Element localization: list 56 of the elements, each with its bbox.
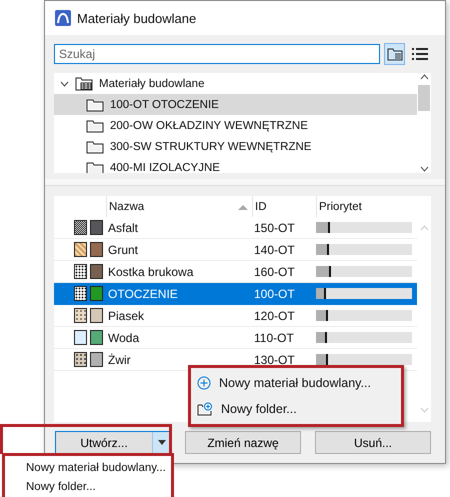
- library-folder-icon: [75, 76, 93, 91]
- name-cell-text: Kostka brukowa: [107, 264, 194, 278]
- id-cell-text: 130-OT: [253, 352, 296, 366]
- name-cell-text: Woda: [107, 330, 140, 344]
- tree-item[interactable]: 100-OT OTOCZENIE: [54, 94, 417, 115]
- folder-icon: [86, 98, 104, 112]
- table-row[interactable]: Asfalt 150-OT: [54, 217, 417, 239]
- sort-arrow-icon: [238, 204, 248, 210]
- table-row[interactable]: Piasek 120-OT: [54, 305, 417, 327]
- tree-item[interactable]: Materiały budowlane: [99, 78, 204, 90]
- pattern-swatch: [74, 242, 87, 257]
- tree-view-button[interactable]: [384, 43, 406, 65]
- id-cell-text: 140-OT: [253, 242, 296, 256]
- menu-item[interactable]: Nowy folder...: [5, 477, 171, 496]
- name-cell-text: OTOCZENIE: [107, 286, 179, 300]
- tree-item[interactable]: 300-SW STRUKTURY WEWNĘTRZNE: [54, 136, 417, 157]
- name-cell-text: Żwir: [107, 352, 132, 366]
- table-row[interactable]: Grunt 140-OT: [54, 239, 417, 261]
- new-folder-icon: [197, 402, 213, 416]
- scrollbar-thumb[interactable]: [418, 85, 430, 111]
- menu-item[interactable]: Nowy folder...: [191, 396, 401, 422]
- folder-icon: [86, 140, 104, 154]
- tree-item[interactable]: 400-MI IZOLACYJNE: [54, 157, 417, 173]
- add-circle-icon: [197, 376, 211, 390]
- id-cell-text: 150-OT: [253, 220, 296, 234]
- table-row[interactable]: OTOCZENIE 100-OT: [54, 283, 417, 305]
- caret-icon: [158, 440, 166, 445]
- id-cell-text: 110-OT: [253, 330, 295, 344]
- pattern-swatch: [74, 286, 87, 301]
- name-cell-text: Piasek: [107, 308, 146, 322]
- id-cell-text: 120-OT: [253, 308, 296, 322]
- dropdown-arrow-button[interactable]: [152, 432, 170, 453]
- menu-item[interactable]: Nowy materiał budowlany...: [5, 458, 171, 477]
- scroll-up-icon[interactable]: [420, 73, 428, 81]
- chevron-icon[interactable]: [60, 80, 69, 86]
- pattern-swatch: [74, 264, 87, 279]
- scroll-down-icon[interactable]: [420, 165, 428, 173]
- dialog-button[interactable]: Usuń...: [315, 431, 431, 454]
- pattern-swatch: [74, 352, 87, 367]
- pattern-swatch: [74, 330, 87, 345]
- tree-item[interactable]: 200-OW OKŁADZINY WEWNĘTRZNE: [54, 115, 417, 136]
- name-cell-text: Grunt: [107, 242, 140, 256]
- table-row[interactable]: Woda 110-OT: [54, 327, 417, 349]
- pattern-swatch: [74, 220, 87, 235]
- name-cell-text: Asfalt: [107, 220, 140, 234]
- window-title: Materiały budowlane: [77, 10, 196, 26]
- pattern-swatch: [74, 308, 87, 323]
- id-cell-text: 100-OT: [253, 286, 296, 300]
- dialog-button[interactable]: Zmień nazwę: [185, 431, 301, 454]
- folder-icon: [86, 160, 104, 173]
- search-field[interactable]: Szukaj: [54, 44, 380, 64]
- app-logo-icon: [55, 10, 71, 26]
- table-row[interactable]: Kostka brukowa 160-OT: [54, 261, 417, 283]
- id-cell-text: 160-OT: [253, 264, 296, 278]
- folder-icon: [86, 118, 104, 132]
- menu-item[interactable]: Nowy materiał budowlany...: [191, 370, 401, 396]
